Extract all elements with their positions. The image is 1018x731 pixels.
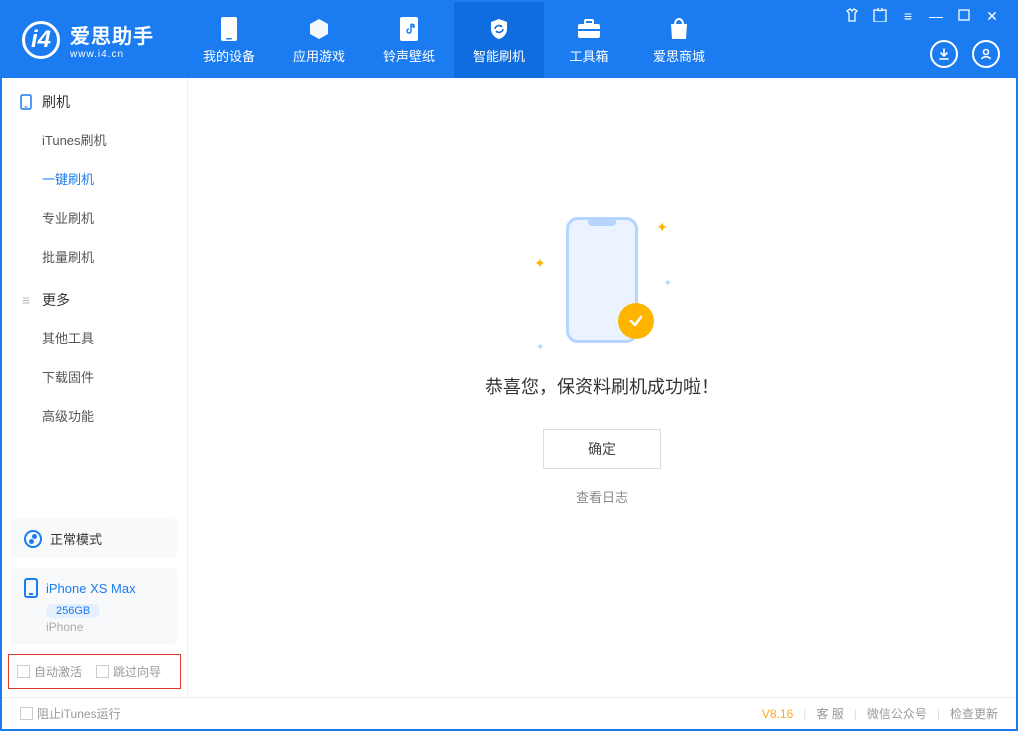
maximize-button[interactable]	[956, 8, 972, 25]
body: 刷机 iTunes刷机 一键刷机 专业刷机 批量刷机 ≡ 更多 其他工具 下载固…	[2, 78, 1016, 697]
shirt-icon[interactable]	[844, 8, 860, 25]
tab-ringtones[interactable]: 铃声壁纸	[364, 2, 454, 78]
device-box[interactable]: iPhone XS Max 256GB iPhone	[12, 568, 177, 644]
mode-icon	[24, 530, 42, 548]
header-actions	[930, 40, 1000, 68]
tab-label: 工具箱	[569, 46, 608, 65]
tab-label: 应用游戏	[293, 46, 345, 65]
header-right: ≡ ― ✕	[844, 2, 1000, 78]
section-label: 更多	[42, 290, 70, 310]
success-message: 恭喜您，保资料刷机成功啦！	[485, 373, 719, 399]
logo-text: 爱思助手 www.i4.cn	[70, 20, 154, 60]
cube-icon	[306, 16, 332, 42]
options-highlight-box: 自动激活 跳过向导	[8, 654, 181, 689]
sidebar-item-onekey[interactable]: 一键刷机	[2, 159, 187, 198]
sidebar-item-pro[interactable]: 专业刷机	[2, 198, 187, 237]
tab-label: 铃声壁纸	[383, 46, 435, 65]
tab-label: 爱思商城	[653, 46, 705, 65]
checkbox-block-itunes[interactable]: 阻止iTunes运行	[20, 705, 121, 722]
sidebar: 刷机 iTunes刷机 一键刷机 专业刷机 批量刷机 ≡ 更多 其他工具 下载固…	[2, 78, 188, 697]
checkbox-auto-activate[interactable]: 自动激活	[17, 663, 82, 680]
version-label: V8.16	[762, 707, 793, 721]
phone-icon	[216, 16, 242, 42]
device-name: iPhone XS Max	[46, 581, 136, 596]
section-flash: 刷机	[2, 78, 187, 120]
logo-area: i4 爱思助手 www.i4.cn	[22, 20, 154, 60]
ok-button[interactable]: 确定	[543, 429, 661, 469]
footer-right: V8.16 | 客 服 | 微信公众号 | 检查更新	[762, 705, 998, 722]
nav-tabs: 我的设备 应用游戏 铃声壁纸 智能刷机 工具箱 爱思商城	[184, 2, 724, 78]
mode-box[interactable]: 正常模式	[12, 519, 177, 558]
minimize-button[interactable]: ―	[928, 8, 944, 25]
tab-label: 我的设备	[203, 46, 255, 65]
app-header: i4 爱思助手 www.i4.cn 我的设备 应用游戏 铃声壁纸 智能刷机 工具…	[2, 2, 1016, 78]
checkbox-label: 阻止iTunes运行	[37, 705, 121, 722]
device-name-row: iPhone XS Max	[24, 578, 165, 598]
footer: 阻止iTunes运行 V8.16 | 客 服 | 微信公众号 | 检查更新	[2, 697, 1016, 729]
phone-icon	[24, 578, 38, 598]
tab-label: 智能刷机	[473, 46, 525, 65]
main-content: ✦ ✦ ✦ ✦ 恭喜您，保资料刷机成功啦！ 确定 查看日志	[188, 78, 1016, 697]
music-file-icon	[396, 16, 422, 42]
sparkle-icon: ✦	[534, 255, 546, 272]
mode-label: 正常模式	[50, 529, 102, 548]
window-controls: ≡ ― ✕	[844, 8, 1000, 25]
tab-store[interactable]: 爱思商城	[634, 2, 724, 78]
support-link[interactable]: 客 服	[816, 705, 843, 722]
tab-flash[interactable]: 智能刷机	[454, 2, 544, 78]
menu-icon[interactable]: ≡	[900, 8, 916, 25]
separator: |	[937, 707, 940, 721]
update-link[interactable]: 检查更新	[950, 705, 998, 722]
view-log-link[interactable]: 查看日志	[576, 487, 628, 506]
separator: |	[854, 707, 857, 721]
check-badge-icon	[618, 303, 654, 339]
device-icon	[18, 94, 34, 110]
checkbox-label: 跳过向导	[113, 663, 161, 680]
sidebar-item-batch[interactable]: 批量刷机	[2, 237, 187, 276]
sparkle-icon: ✦	[536, 342, 544, 353]
sidebar-item-advanced[interactable]: 高级功能	[2, 396, 187, 435]
bag-icon	[666, 16, 692, 42]
device-capacity: 256GB	[46, 604, 100, 618]
checkbox-icon	[20, 707, 33, 720]
feedback-icon[interactable]	[872, 8, 888, 25]
success-illustration: ✦ ✦ ✦ ✦	[552, 209, 652, 349]
tab-my-device[interactable]: 我的设备	[184, 2, 274, 78]
sparkle-icon: ✦	[664, 278, 672, 289]
logo-icon: i4	[22, 21, 60, 59]
user-button[interactable]	[972, 40, 1000, 68]
separator: |	[803, 707, 806, 721]
toolbox-icon	[576, 16, 602, 42]
checkbox-icon	[96, 665, 109, 678]
wechat-link[interactable]: 微信公众号	[867, 705, 927, 722]
sync-shield-icon	[486, 16, 512, 42]
section-more: ≡ 更多	[2, 276, 187, 318]
menu-icon: ≡	[18, 292, 34, 308]
checkbox-label: 自动激活	[34, 663, 82, 680]
download-button[interactable]	[930, 40, 958, 68]
sidebar-bottom: 正常模式 iPhone XS Max 256GB iPhone 自动激活 跳过向…	[2, 519, 187, 697]
device-type: iPhone	[46, 620, 165, 634]
checkbox-icon	[17, 665, 30, 678]
section-label: 刷机	[42, 92, 70, 112]
close-button[interactable]: ✕	[984, 8, 1000, 25]
sidebar-item-other[interactable]: 其他工具	[2, 318, 187, 357]
tab-apps[interactable]: 应用游戏	[274, 2, 364, 78]
app-title: 爱思助手	[70, 20, 154, 49]
app-subtitle: www.i4.cn	[70, 49, 154, 60]
sparkle-icon: ✦	[656, 219, 668, 236]
sidebar-item-itunes[interactable]: iTunes刷机	[2, 120, 187, 159]
tab-toolbox[interactable]: 工具箱	[544, 2, 634, 78]
sidebar-item-firmware[interactable]: 下载固件	[2, 357, 187, 396]
checkbox-skip-guide[interactable]: 跳过向导	[96, 663, 161, 680]
